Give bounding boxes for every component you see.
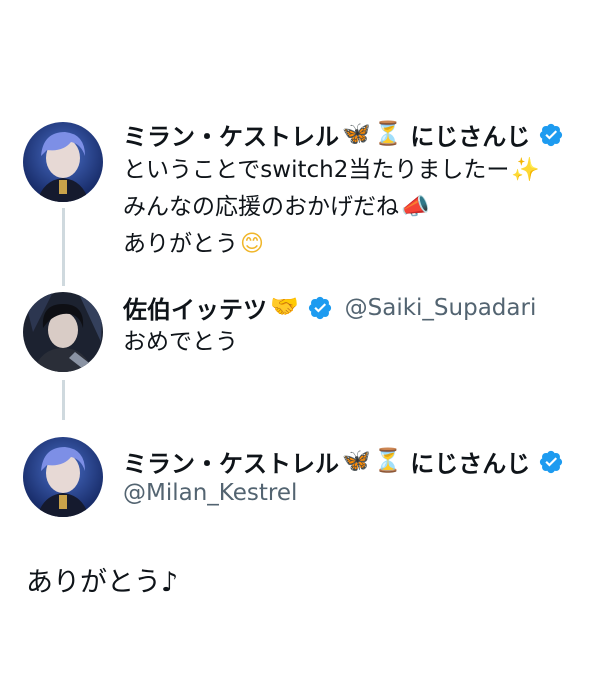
thread-connector-line	[62, 208, 65, 286]
avatar[interactable]	[23, 292, 103, 372]
avatar[interactable]	[23, 122, 103, 202]
author-affiliation: にじさんじ	[410, 123, 531, 151]
handshake-icon: 🤝	[270, 294, 299, 320]
author-handle[interactable]: @Saiki_Supadari	[345, 295, 537, 321]
verified-badge-icon	[307, 295, 333, 321]
tweet-header: ミラン・ケストレル 🦋 ⏳ にじさんじ	[123, 444, 564, 479]
tweet-text-line: おめでとう	[123, 324, 238, 361]
tweet-text-segment: みんなの応援のおかげだね	[123, 194, 399, 220]
sparkles-icon: ✨	[511, 157, 541, 183]
megaphone-icon: 📣	[401, 194, 430, 220]
tweet-header: ミラン・ケストレル 🦋 ⏳ にじさんじ	[123, 117, 564, 152]
tweet-header: 佐伯イッテツ 🤝 @Saiki_Supadari	[123, 290, 536, 325]
author-handle[interactable]: @Milan_Kestrel	[123, 480, 297, 506]
butterfly-icon: 🦋	[342, 121, 371, 147]
author-name[interactable]: ミラン・ケストレル	[123, 117, 339, 152]
verified-badge-icon	[538, 449, 564, 475]
tweet-text-segment: ありがとう	[123, 231, 238, 257]
author-affiliation: にじさんじ	[410, 450, 531, 478]
tweet-text-segment: ということでswitch2当たりましたー	[123, 157, 510, 183]
tweet-text-line: ありがとう😊	[123, 226, 540, 263]
tweet-text-line: ということでswitch2当たりましたー✨	[123, 152, 540, 189]
thread-connector-line	[62, 380, 65, 420]
tweet-text: おめでとう	[123, 324, 238, 361]
avatar[interactable]	[23, 437, 103, 517]
hourglass-icon: ⏳	[373, 448, 403, 474]
verified-badge-icon	[538, 122, 564, 148]
hourglass-icon: ⏳	[373, 121, 403, 147]
author-name[interactable]: 佐伯イッテツ	[123, 290, 267, 325]
butterfly-icon: 🦋	[342, 448, 371, 474]
tweet-text-segment: おめでとう	[123, 329, 238, 355]
tweet-text: ということでswitch2当たりましたー✨ みんなの応援のおかげだね📣 ありがと…	[123, 152, 540, 263]
author-name[interactable]: ミラン・ケストレル	[123, 444, 339, 479]
smiling-face-icon: 😊	[240, 231, 264, 257]
tweet-text-line: みんなの応援のおかげだね📣	[123, 189, 540, 226]
main-tweet-text: ありがとう♪	[26, 567, 179, 598]
